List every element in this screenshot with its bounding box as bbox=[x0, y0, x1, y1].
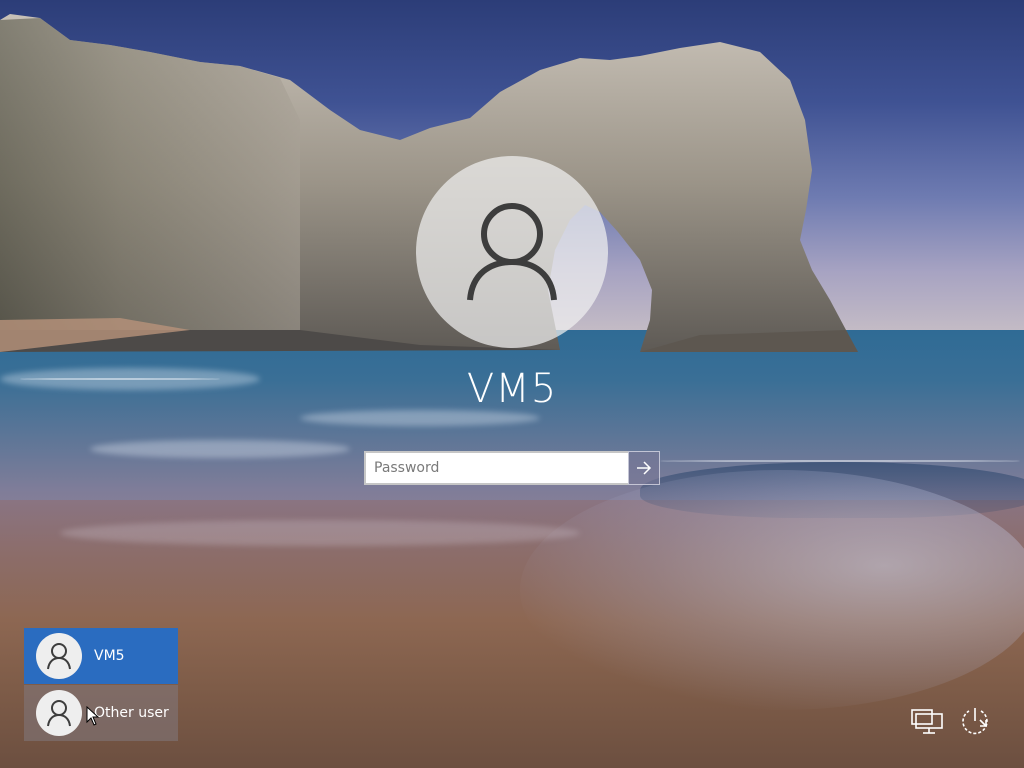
power-button[interactable] bbox=[958, 705, 992, 739]
username-title: VM5 bbox=[466, 366, 558, 412]
user-icon bbox=[47, 643, 71, 670]
user-tile-label: VM5 bbox=[94, 648, 125, 664]
password-input[interactable] bbox=[364, 451, 628, 485]
submit-button[interactable] bbox=[628, 451, 660, 485]
user-avatar-small bbox=[36, 690, 82, 736]
network-button[interactable] bbox=[910, 705, 944, 739]
user-avatar-large bbox=[416, 156, 608, 348]
wave-line bbox=[20, 378, 220, 380]
wave-line bbox=[660, 460, 1020, 462]
power-icon bbox=[962, 708, 988, 735]
user-tile-label: Other user bbox=[94, 705, 169, 721]
wave-wash bbox=[520, 470, 1024, 710]
network-icon bbox=[911, 709, 943, 734]
user-tile-vm5[interactable]: VM5 bbox=[24, 628, 178, 684]
foam bbox=[90, 440, 350, 458]
foam bbox=[300, 410, 540, 426]
user-icon bbox=[467, 203, 557, 301]
foam bbox=[60, 520, 580, 546]
user-icon bbox=[47, 700, 71, 727]
user-tile-other-user[interactable]: Other user bbox=[24, 685, 178, 741]
mouse-pointer-icon bbox=[86, 706, 100, 726]
password-form bbox=[364, 451, 660, 485]
user-avatar-small bbox=[36, 633, 82, 679]
arrow-right-icon bbox=[637, 461, 652, 475]
